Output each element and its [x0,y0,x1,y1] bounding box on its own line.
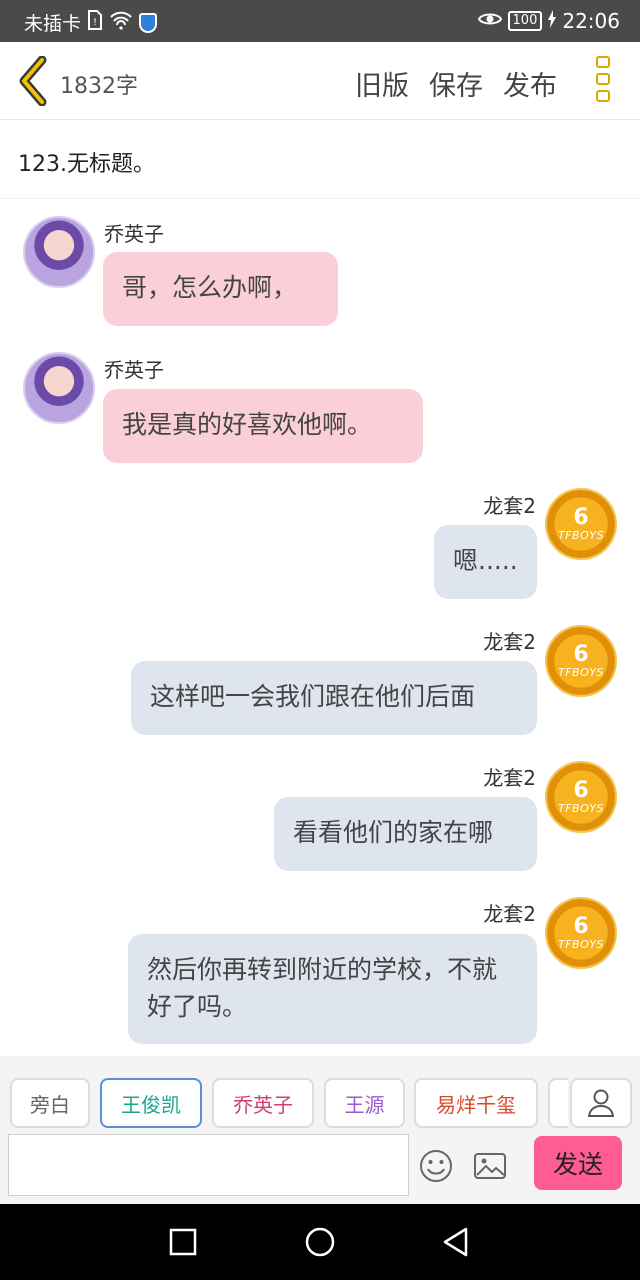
svg-text:!: ! [93,17,97,28]
character-label: 旁白 [30,1092,70,1117]
chat-bubble[interactable]: 这样吧一会我们跟在他们后面 [131,661,537,735]
back-button[interactable] [14,55,54,107]
status-bar: 未插卡 ! 100 22:06 [0,0,640,42]
recent-apps-button[interactable] [167,1226,199,1258]
coin-number: 6 [573,777,589,803]
save-button[interactable]: 保存 [429,64,483,103]
image-button[interactable] [472,1148,508,1184]
sender-name: 龙套2 [483,494,536,518]
more-menu-button[interactable] [596,56,612,106]
chat-bubble[interactable]: 我是真的好喜欢他啊。 [103,389,423,463]
character-selector: 旁白 王俊凯 乔英子 王源 易烊千玺 [0,1056,640,1132]
battery-indicator: 100 [507,11,543,31]
character-chip-wang-junkai[interactable]: 王俊凯 [100,1078,202,1128]
shield-icon [139,12,158,33]
character-chip-partial[interactable] [548,1078,568,1128]
publish-button[interactable]: 发布 [503,64,557,103]
emoji-button[interactable] [418,1148,454,1184]
chevron-left-icon [19,55,47,107]
sender-name: 龙套2 [483,630,536,654]
eye-icon [477,9,502,33]
story-title-row[interactable]: 123.无标题。 [0,121,640,199]
coin-text: TFBOYS [558,665,604,679]
home-icon [305,1227,335,1257]
more-vertical-icon [596,56,612,102]
chat-bubble[interactable]: 看看他们的家在哪 [274,797,537,871]
sim-icon: ! [87,10,103,35]
sender-name: 乔英子 [104,222,164,246]
story-title: 123.无标题。 [18,152,155,177]
avatar-qiao-yingzi[interactable] [23,216,95,288]
coin-number: 6 [573,913,589,939]
character-manage-button[interactable] [570,1078,632,1128]
smiley-icon [420,1150,452,1182]
avatar-long-tao-2[interactable]: 6 TFBOYS [545,761,617,833]
sender-name: 龙套2 [483,766,536,790]
character-chip-yi-yangqianxi[interactable]: 易烊千玺 [414,1078,538,1128]
chat-bubble[interactable]: 哥，怎么办啊， [103,252,338,326]
character-label: 王俊凯 [121,1092,181,1117]
sender-name: 龙套2 [483,902,536,926]
coin-text: TFBOYS [558,528,604,542]
wifi-icon [109,10,133,35]
send-button[interactable]: 发送 [534,1136,622,1190]
character-label: 易烊千玺 [436,1092,516,1117]
character-label: 乔英子 [233,1092,293,1117]
message-composer: 发送 [0,1132,640,1204]
avatar-long-tao-2[interactable]: 6 TFBOYS [545,897,617,969]
avatar-qiao-yingzi[interactable] [23,352,95,424]
recent-apps-icon [169,1228,197,1256]
image-icon [474,1153,506,1179]
back-triangle-icon [443,1227,468,1257]
old-version-button[interactable]: 旧版 [355,64,409,103]
carrier-label: 未插卡 [24,13,82,35]
chat-bubble[interactable]: 嗯..... [434,525,537,599]
system-back-button[interactable] [440,1226,472,1258]
avatar-long-tao-2[interactable]: 6 TFBOYS [545,488,617,560]
coin-number: 6 [573,504,589,530]
sender-name: 乔英子 [104,358,164,382]
clock: 22:06 [562,9,620,33]
character-chip-qiao-yingzi[interactable]: 乔英子 [212,1078,314,1128]
chat-bubble[interactable]: 然后你再转到附近的学校，不就好了吗。 [128,934,537,1044]
coin-text: TFBOYS [558,937,604,951]
system-nav-bar [0,1204,640,1280]
avatar-long-tao-2[interactable]: 6 TFBOYS [545,625,617,697]
person-icon [587,1089,615,1117]
chat-area[interactable]: 乔英子 哥，怎么办啊， 乔英子 我是真的好喜欢他啊。 6 TFBOYS 龙套2 … [0,200,640,1056]
character-chip-narrator[interactable]: 旁白 [10,1078,90,1128]
word-count: 1832字 [60,74,138,99]
character-label: 王源 [344,1092,385,1117]
editor-header: 1832字 旧版 保存 发布 [0,42,640,120]
coin-number: 6 [573,641,589,667]
character-chip-wang-yuan[interactable]: 王源 [324,1078,405,1128]
home-button[interactable] [304,1226,336,1258]
charging-icon [548,9,557,33]
message-input[interactable] [8,1134,409,1196]
coin-text: TFBOYS [558,801,604,815]
